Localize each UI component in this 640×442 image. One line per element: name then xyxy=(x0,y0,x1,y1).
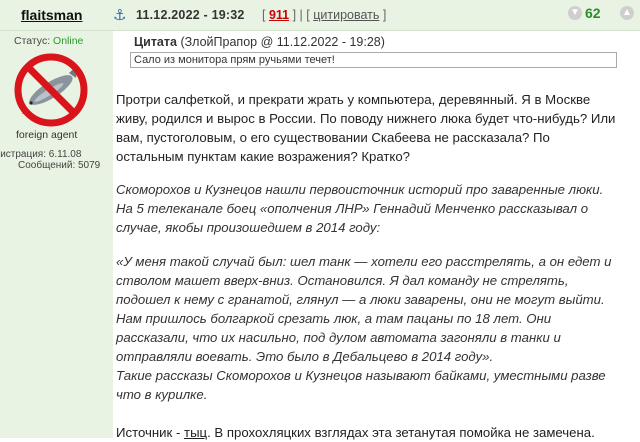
status-label: Статус: xyxy=(14,35,51,47)
body-paragraph-4: Источник - тыц. В прохохляцких взглядах … xyxy=(116,423,616,442)
body-paragraph-3: «У меня такой случай был: шел танк — хот… xyxy=(116,254,612,402)
status-online: Online xyxy=(53,35,84,47)
bracket-open: [ xyxy=(262,8,269,22)
rating-value: 62 xyxy=(585,5,601,21)
no-fish-avatar xyxy=(14,53,88,127)
avatar[interactable] xyxy=(12,51,90,129)
vote-down-icon[interactable]: ▼ xyxy=(568,6,582,20)
quote-label: Цитата xyxy=(134,35,177,49)
anchor-icon[interactable]: ⚓ xyxy=(113,6,126,24)
registration-date: егистрация: 6.11.08 xyxy=(0,149,82,160)
post-meta: [ 911 ] | [ цитировать ] xyxy=(262,8,386,22)
bracket-close: ] xyxy=(379,8,387,22)
quote-header: Цитата (ЗлойПрапор @ 11.12.2022 - 19:28) xyxy=(134,35,385,49)
post-date: 11.12.2022 - 19:32 xyxy=(136,8,245,22)
status-line: Статус: Online xyxy=(14,35,83,47)
username-link[interactable]: flaitsman xyxy=(21,7,82,23)
body-paragraph-2: Скоморохов и Кузнецов нашли первоисточни… xyxy=(116,182,604,235)
quote-button[interactable]: цитировать xyxy=(313,8,379,22)
quote-source: (ЗлойПрапор @ 11.12.2022 - 19:28) xyxy=(180,35,385,49)
user-title: foreign agent xyxy=(16,129,78,141)
post-number-link[interactable]: 911 xyxy=(269,8,289,22)
quote-box: Сало из монитора прям ручьями течет! xyxy=(130,52,617,68)
bracket-separator: ] | [ xyxy=(289,8,314,22)
vote-up-icon[interactable]: ▲ xyxy=(620,6,634,20)
rating-box: ▼ 62 ▲ xyxy=(565,4,634,25)
body-paragraph-1: Протри салфеткой, и прекрати жрать у ком… xyxy=(116,92,616,164)
user-sidebar: Статус: Online foreign agent егистрация:… xyxy=(0,31,113,438)
post-content: Цитата (ЗлойПрапор @ 11.12.2022 - 19:28)… xyxy=(113,31,640,440)
post-header: flaitsman ⚓ 11.12.2022 - 19:32 [ 911 ] |… xyxy=(0,0,640,31)
message-count: Сообщений: 5079 xyxy=(18,160,101,171)
